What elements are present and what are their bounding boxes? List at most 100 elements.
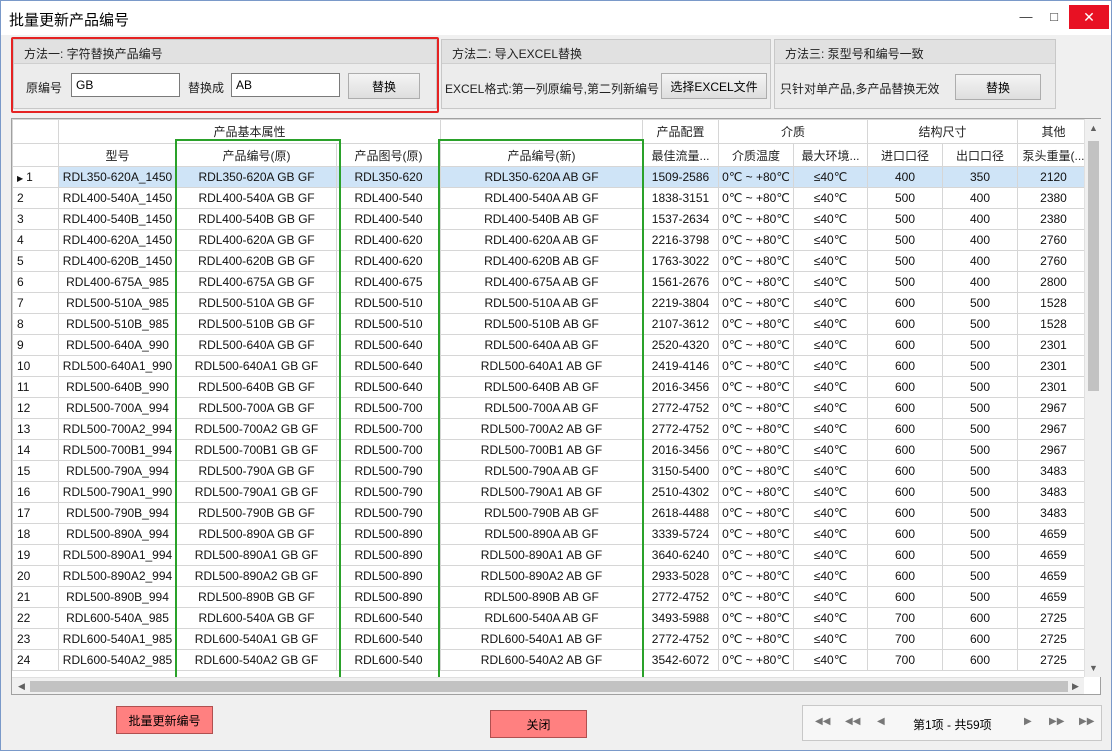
cell-env[interactable]: ≤40℃ xyxy=(793,397,868,419)
cell-outlet[interactable]: 400 xyxy=(942,250,1018,272)
cell-model[interactable]: RDL400-540A_1450 xyxy=(58,187,177,209)
cell-temp[interactable]: 0℃ ~ +80℃ xyxy=(718,376,794,398)
cell-inlet[interactable]: 700 xyxy=(867,628,943,650)
cell-outlet[interactable]: 500 xyxy=(942,418,1018,440)
cell-temp[interactable]: 0℃ ~ +80℃ xyxy=(718,502,794,524)
cell-code-old[interactable]: RDL500-510B GB GF xyxy=(176,313,337,335)
cell-temp[interactable]: 0℃ ~ +80℃ xyxy=(718,397,794,419)
cell-outlet[interactable]: 400 xyxy=(942,271,1018,293)
table-row[interactable]: 2 RDL400-540A_1450 RDL400-540A GB GF RDL400… xyxy=(12,187,1090,209)
cell-env[interactable]: ≤40℃ xyxy=(793,229,868,251)
cell-weight[interactable]: 4659 xyxy=(1017,565,1090,587)
row-number[interactable]: 11 xyxy=(12,376,59,398)
cell-code-old[interactable]: RDL400-620A GB GF xyxy=(176,229,337,251)
cell-drawing-old[interactable]: RDL500-640 xyxy=(336,355,441,377)
cell-model[interactable]: RDL400-540B_1450 xyxy=(58,208,177,230)
cell-code-new[interactable]: RDL600-540A2 AB GF xyxy=(440,649,643,671)
cell-temp[interactable]: 0℃ ~ +80℃ xyxy=(718,229,794,251)
row-number[interactable]: 4 xyxy=(12,229,59,251)
table-row[interactable]: 11 RDL500-640B_990 RDL500-640B GB GF RDL500… xyxy=(12,376,1090,398)
cell-inlet[interactable]: 600 xyxy=(867,397,943,419)
cell-code-new[interactable]: RDL400-540B AB GF xyxy=(440,208,643,230)
cell-inlet[interactable]: 500 xyxy=(867,271,943,293)
cell-weight[interactable]: 2380 xyxy=(1017,208,1090,230)
close-icon[interactable]: ✕ xyxy=(1069,5,1109,29)
cell-inlet[interactable]: 600 xyxy=(867,502,943,524)
row-number[interactable]: 2 xyxy=(12,187,59,209)
cell-weight[interactable]: 2967 xyxy=(1017,397,1090,419)
cell-model[interactable]: RDL600-540A2_985 xyxy=(58,649,177,671)
cell-weight[interactable]: 2800 xyxy=(1017,271,1090,293)
cell-drawing-old[interactable]: RDL500-510 xyxy=(336,292,441,314)
row-number[interactable]: 22 xyxy=(12,607,59,629)
cell-outlet[interactable]: 600 xyxy=(942,607,1018,629)
cell-code-new[interactable]: RDL500-890A1 AB GF xyxy=(440,544,643,566)
scroll-up-icon[interactable]: ▲ xyxy=(1085,123,1102,133)
cell-flow[interactable]: 2772-4752 xyxy=(642,586,719,608)
cell-drawing-old[interactable]: RDL500-890 xyxy=(336,544,441,566)
cell-temp[interactable]: 0℃ ~ +80℃ xyxy=(718,187,794,209)
cell-drawing-old[interactable]: RDL500-700 xyxy=(336,397,441,419)
cell-temp[interactable]: 0℃ ~ +80℃ xyxy=(718,481,794,503)
cell-drawing-old[interactable]: RDL500-790 xyxy=(336,460,441,482)
cell-code-old[interactable]: RDL350-620A GB GF xyxy=(176,166,337,188)
cell-inlet[interactable]: 500 xyxy=(867,208,943,230)
cell-temp[interactable]: 0℃ ~ +80℃ xyxy=(718,418,794,440)
cell-model[interactable]: RDL500-700B1_994 xyxy=(58,439,177,461)
cell-model[interactable]: RDL500-790A_994 xyxy=(58,460,177,482)
cell-env[interactable]: ≤40℃ xyxy=(793,460,868,482)
next-block-icon[interactable]: ▶▶ xyxy=(1049,716,1064,727)
cell-inlet[interactable]: 600 xyxy=(867,565,943,587)
table-row[interactable]: 3 RDL400-540B_1450 RDL400-540B GB GF RDL400… xyxy=(12,208,1090,230)
horizontal-scrollbar[interactable]: ◀ ▶ xyxy=(12,677,1084,694)
cell-weight[interactable]: 2301 xyxy=(1017,355,1090,377)
cell-flow[interactable]: 2219-3804 xyxy=(642,292,719,314)
cell-weight[interactable]: 2301 xyxy=(1017,376,1090,398)
cell-code-new[interactable]: RDL500-700A AB GF xyxy=(440,397,643,419)
cell-env[interactable]: ≤40℃ xyxy=(793,166,868,188)
row-number[interactable]: 16 xyxy=(12,481,59,503)
cell-env[interactable]: ≤40℃ xyxy=(793,544,868,566)
cell-code-new[interactable]: RDL500-640A AB GF xyxy=(440,334,643,356)
cell-env[interactable]: ≤40℃ xyxy=(793,502,868,524)
cell-env[interactable]: ≤40℃ xyxy=(793,649,868,671)
cell-inlet[interactable]: 600 xyxy=(867,292,943,314)
cell-temp[interactable]: 0℃ ~ +80℃ xyxy=(718,544,794,566)
prev-page-icon[interactable]: ◀ xyxy=(877,716,885,727)
source-code-input[interactable] xyxy=(71,73,180,97)
cell-model[interactable]: RDL600-540A_985 xyxy=(58,607,177,629)
cell-code-new[interactable]: RDL600-540A1 AB GF xyxy=(440,628,643,650)
next-page-icon[interactable]: ▶ xyxy=(1024,716,1032,727)
cell-code-old[interactable]: RDL500-640A1 GB GF xyxy=(176,355,337,377)
cell-code-new[interactable]: RDL500-890B AB GF xyxy=(440,586,643,608)
cell-weight[interactable]: 4659 xyxy=(1017,523,1090,545)
cell-inlet[interactable]: 600 xyxy=(867,523,943,545)
cell-outlet[interactable]: 400 xyxy=(942,187,1018,209)
scroll-right-icon[interactable]: ▶ xyxy=(1067,681,1084,692)
row-number[interactable]: 20 xyxy=(12,565,59,587)
cell-flow[interactable]: 2772-4752 xyxy=(642,628,719,650)
cell-code-old[interactable]: RDL500-700A GB GF xyxy=(176,397,337,419)
cell-weight[interactable]: 1528 xyxy=(1017,292,1090,314)
cell-drawing-old[interactable]: RDL500-700 xyxy=(336,439,441,461)
cell-flow[interactable]: 2216-3798 xyxy=(642,229,719,251)
cell-code-new[interactable]: RDL500-890A2 AB GF xyxy=(440,565,643,587)
table-row[interactable]: 23 RDL600-540A1_985 RDL600-540A1 GB GF RDL6… xyxy=(12,628,1090,650)
cell-weight[interactable]: 2967 xyxy=(1017,439,1090,461)
cell-env[interactable]: ≤40℃ xyxy=(793,376,868,398)
cell-outlet[interactable]: 350 xyxy=(942,166,1018,188)
cell-flow[interactable]: 3339-5724 xyxy=(642,523,719,545)
cell-temp[interactable]: 0℃ ~ +80℃ xyxy=(718,607,794,629)
cell-code-new[interactable]: RDL400-675A AB GF xyxy=(440,271,643,293)
row-number[interactable]: 8 xyxy=(12,313,59,335)
row-number[interactable]: 15 xyxy=(12,460,59,482)
cell-code-old[interactable]: RDL500-790B GB GF xyxy=(176,502,337,524)
cell-inlet[interactable]: 600 xyxy=(867,586,943,608)
cell-model[interactable]: RDL500-700A2_994 xyxy=(58,418,177,440)
table-row[interactable]: 12 RDL500-700A_994 RDL500-700A GB GF RDL500… xyxy=(12,397,1090,419)
cell-weight[interactable]: 2380 xyxy=(1017,187,1090,209)
cell-flow[interactable]: 2016-3456 xyxy=(642,376,719,398)
cell-env[interactable]: ≤40℃ xyxy=(793,628,868,650)
cell-inlet[interactable]: 700 xyxy=(867,649,943,671)
cell-drawing-old[interactable]: RDL500-640 xyxy=(336,376,441,398)
